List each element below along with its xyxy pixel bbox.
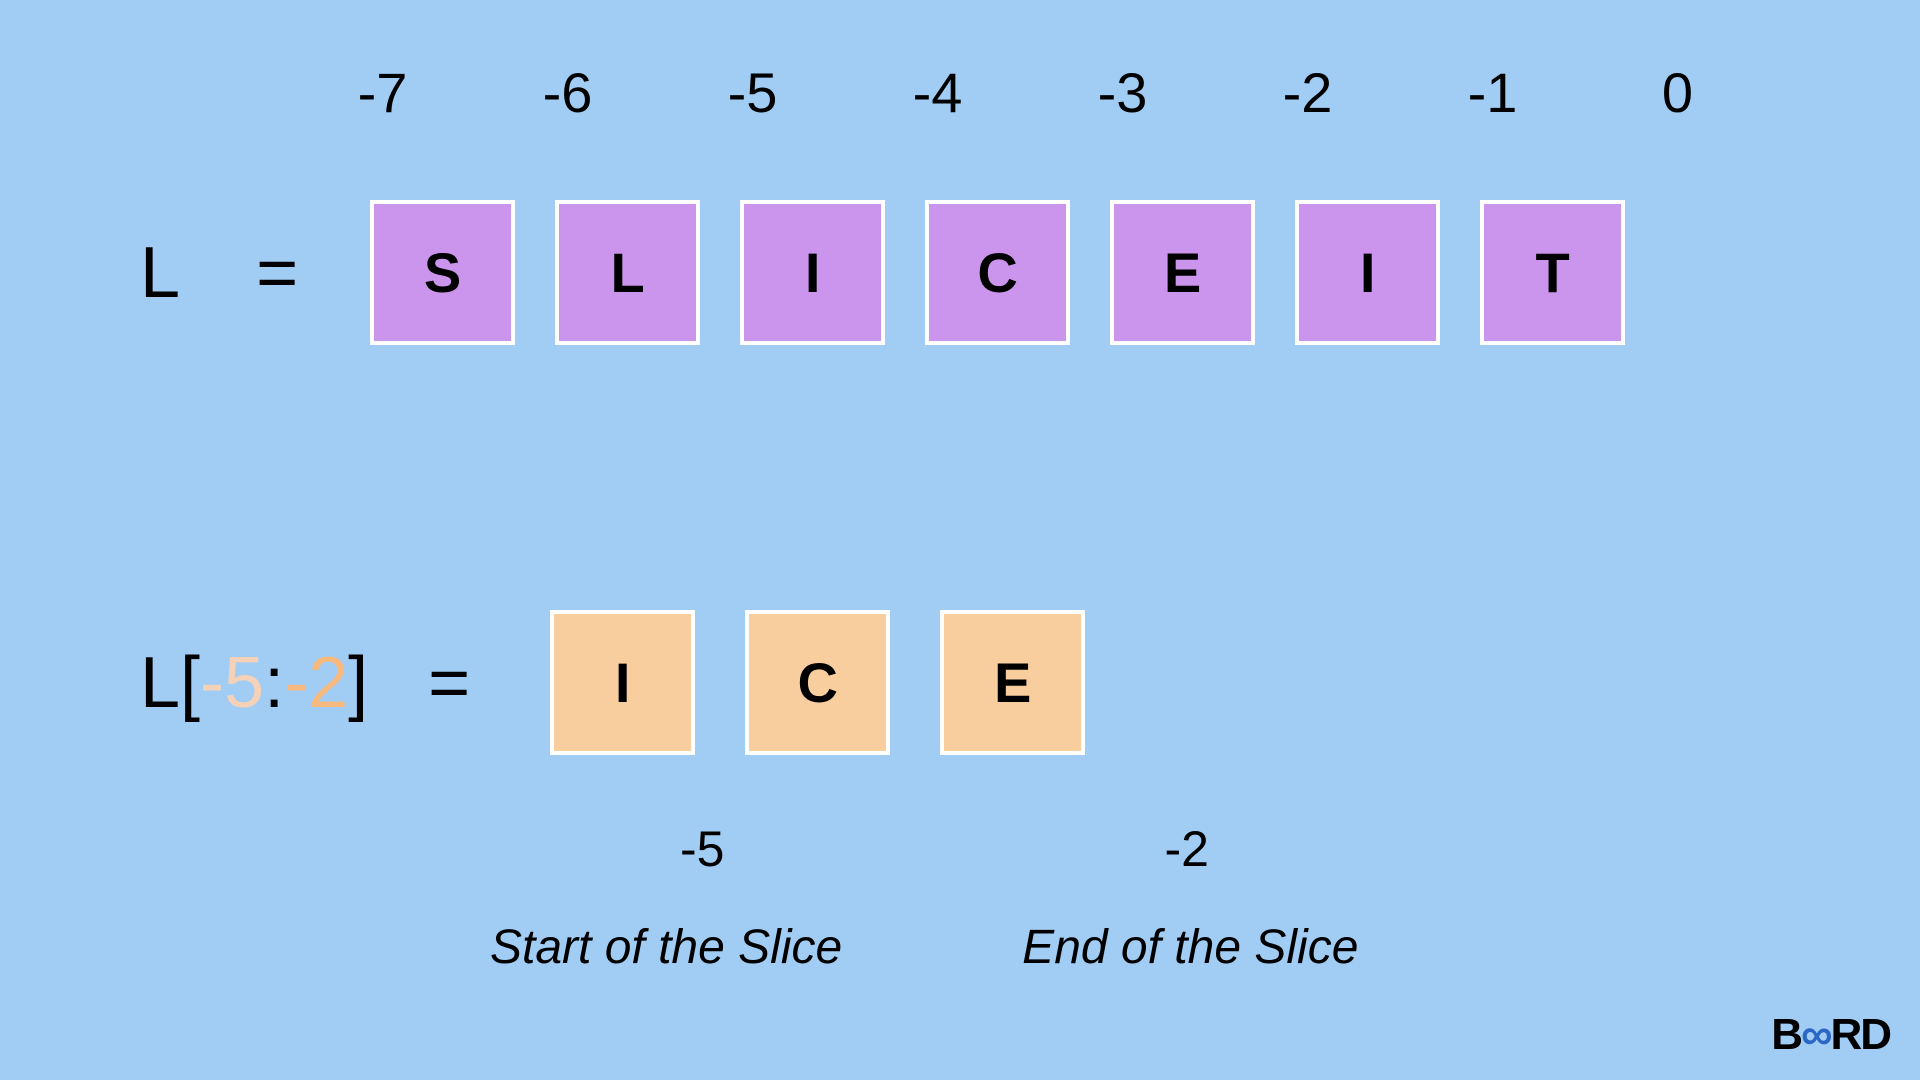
index-label: -4 xyxy=(845,60,1030,125)
slice-expression: L[-5:-2] = xyxy=(140,642,470,724)
index-label: -7 xyxy=(290,60,475,125)
logo-b: B xyxy=(1771,1010,1801,1059)
letter-box: S xyxy=(370,200,515,345)
slice-letter-box: I xyxy=(550,610,695,755)
letter-boxes: S L I C E I T xyxy=(370,200,1625,345)
logo-rd: RD xyxy=(1830,1010,1890,1059)
slice-suffix: ] xyxy=(348,643,368,723)
slice-start-value: -5 xyxy=(200,643,264,723)
slice-end-index: -2 xyxy=(1164,820,1208,878)
index-row: -7 -6 -5 -4 -3 -2 -1 0 xyxy=(290,60,1770,125)
slice-letter-box: C xyxy=(745,610,890,755)
index-label: -3 xyxy=(1030,60,1215,125)
list-variable: L = xyxy=(140,232,310,314)
letter-box: I xyxy=(740,200,885,345)
index-label: -2 xyxy=(1215,60,1400,125)
letter-box: E xyxy=(1110,200,1255,345)
slice-result-boxes: I C E xyxy=(550,610,1085,755)
index-label: -5 xyxy=(660,60,845,125)
sub-index-row: -5 -2 xyxy=(680,820,1209,878)
caption-end: End of the Slice xyxy=(1022,920,1358,975)
slice-row: L[-5:-2] = I C E xyxy=(140,610,1085,755)
letter-box: T xyxy=(1480,200,1625,345)
letter-box: L xyxy=(555,200,700,345)
infinity-icon: ∞ xyxy=(1801,1010,1830,1059)
index-label: -1 xyxy=(1400,60,1585,125)
letter-box: C xyxy=(925,200,1070,345)
list-row: L = S L I C E I T xyxy=(140,200,1625,345)
slice-start-index: -5 xyxy=(680,820,724,878)
caption-row: Start of the Slice End of the Slice xyxy=(490,920,1358,975)
letter-box: I xyxy=(1295,200,1440,345)
slice-colon: : xyxy=(264,643,284,723)
caption-start: Start of the Slice xyxy=(490,920,842,975)
slice-end-value: -2 xyxy=(284,643,348,723)
index-label: 0 xyxy=(1585,60,1770,125)
slice-prefix: L[ xyxy=(140,643,200,723)
index-label: -6 xyxy=(475,60,660,125)
board-logo: B∞RD xyxy=(1771,1010,1890,1060)
slice-equals: = xyxy=(428,643,470,723)
slice-letter-box: E xyxy=(940,610,1085,755)
